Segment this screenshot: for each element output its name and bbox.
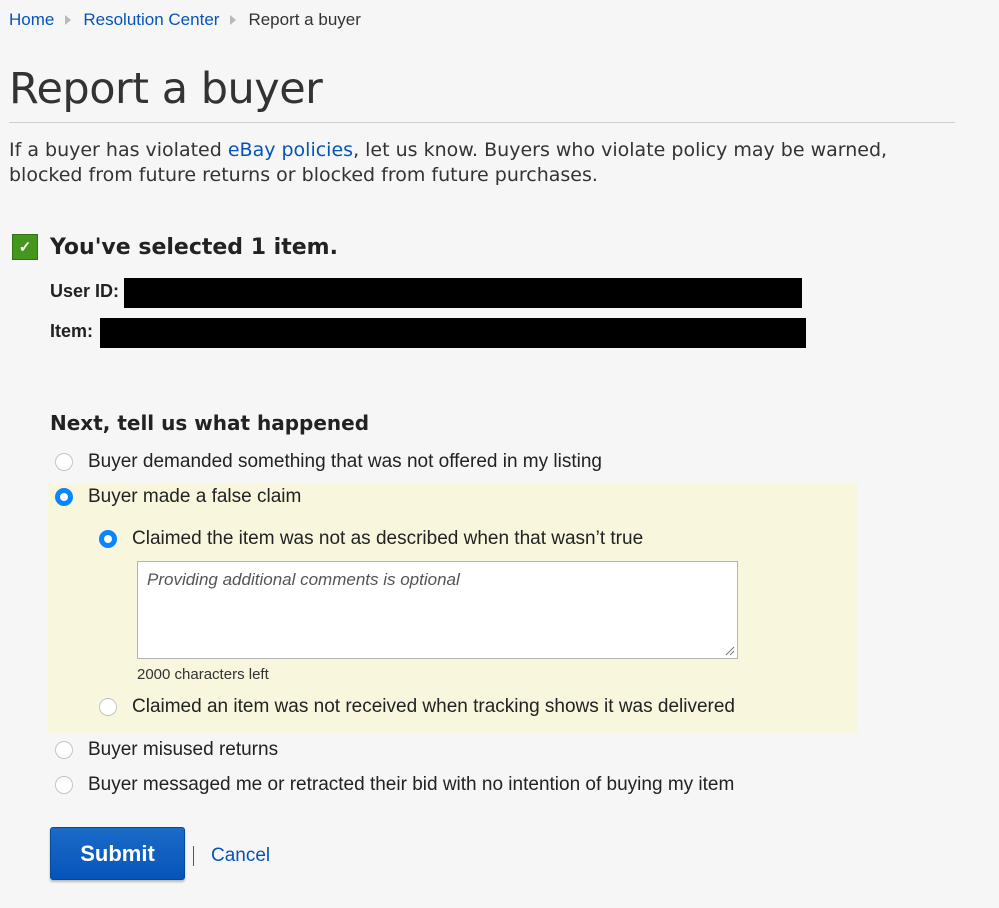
- selection-message: You've selected 1 item.: [50, 234, 338, 260]
- option-label: Buyer demanded something that was not of…: [88, 451, 602, 472]
- additional-comments-input[interactable]: [137, 561, 738, 659]
- page-title: Report a buyer: [9, 64, 323, 114]
- breadcrumb: Home Resolution Center Report a buyer: [9, 9, 361, 31]
- item-label: Item:: [50, 321, 94, 341]
- what-happened-heading: Next, tell us what happened: [50, 411, 370, 435]
- option-demanded-not-offered[interactable]: Buyer demanded something that was not of…: [55, 451, 602, 473]
- sub-option-label: Claimed the item was not as described wh…: [132, 528, 644, 549]
- breadcrumb-separator-icon: [65, 15, 72, 25]
- checkmark-icon: ✓: [12, 234, 38, 260]
- sub-option-not-as-described[interactable]: Claimed the item was not as described wh…: [99, 528, 643, 550]
- resize-grip-icon[interactable]: [725, 646, 735, 656]
- breadcrumb-home-link[interactable]: Home: [9, 10, 54, 30]
- redacted-user-id: [124, 278, 802, 308]
- sub-option-label: Claimed an item was not received when tr…: [132, 696, 735, 717]
- radio-button[interactable]: [99, 698, 117, 716]
- intro-text: If a buyer has violated eBay policies, l…: [9, 138, 959, 188]
- radio-button-selected[interactable]: [55, 488, 73, 506]
- intro-text-start: If a buyer has violated: [9, 139, 228, 161]
- ebay-policies-link[interactable]: eBay policies: [228, 139, 353, 161]
- breadcrumb-resolution-center-link[interactable]: Resolution Center: [83, 10, 219, 30]
- option-misused-returns[interactable]: Buyer misused returns: [55, 739, 278, 761]
- option-label: Buyer misused returns: [88, 739, 279, 760]
- radio-button[interactable]: [55, 741, 73, 759]
- title-divider: [9, 122, 955, 123]
- radio-button-selected[interactable]: [99, 530, 117, 548]
- option-label: Buyer made a false claim: [88, 486, 302, 507]
- option-no-intention-to-buy[interactable]: Buyer messaged me or retracted their bid…: [55, 774, 734, 796]
- action-divider: [193, 846, 194, 866]
- user-id-label: User ID:: [50, 281, 120, 301]
- radio-button[interactable]: [55, 453, 73, 471]
- breadcrumb-current: Report a buyer: [248, 10, 361, 29]
- characters-left-count: 2000 characters left: [137, 666, 269, 683]
- breadcrumb-separator-icon: [230, 15, 237, 25]
- option-label: Buyer messaged me or retracted their bid…: [88, 774, 735, 795]
- selection-summary: ✓ You've selected 1 item.: [12, 234, 338, 260]
- submit-button[interactable]: Submit: [50, 827, 185, 880]
- cancel-link[interactable]: Cancel: [211, 845, 270, 867]
- redacted-item: [100, 318, 806, 348]
- radio-button[interactable]: [55, 776, 73, 794]
- sub-option-not-received[interactable]: Claimed an item was not received when tr…: [99, 696, 735, 718]
- option-false-claim[interactable]: Buyer made a false claim: [55, 486, 301, 508]
